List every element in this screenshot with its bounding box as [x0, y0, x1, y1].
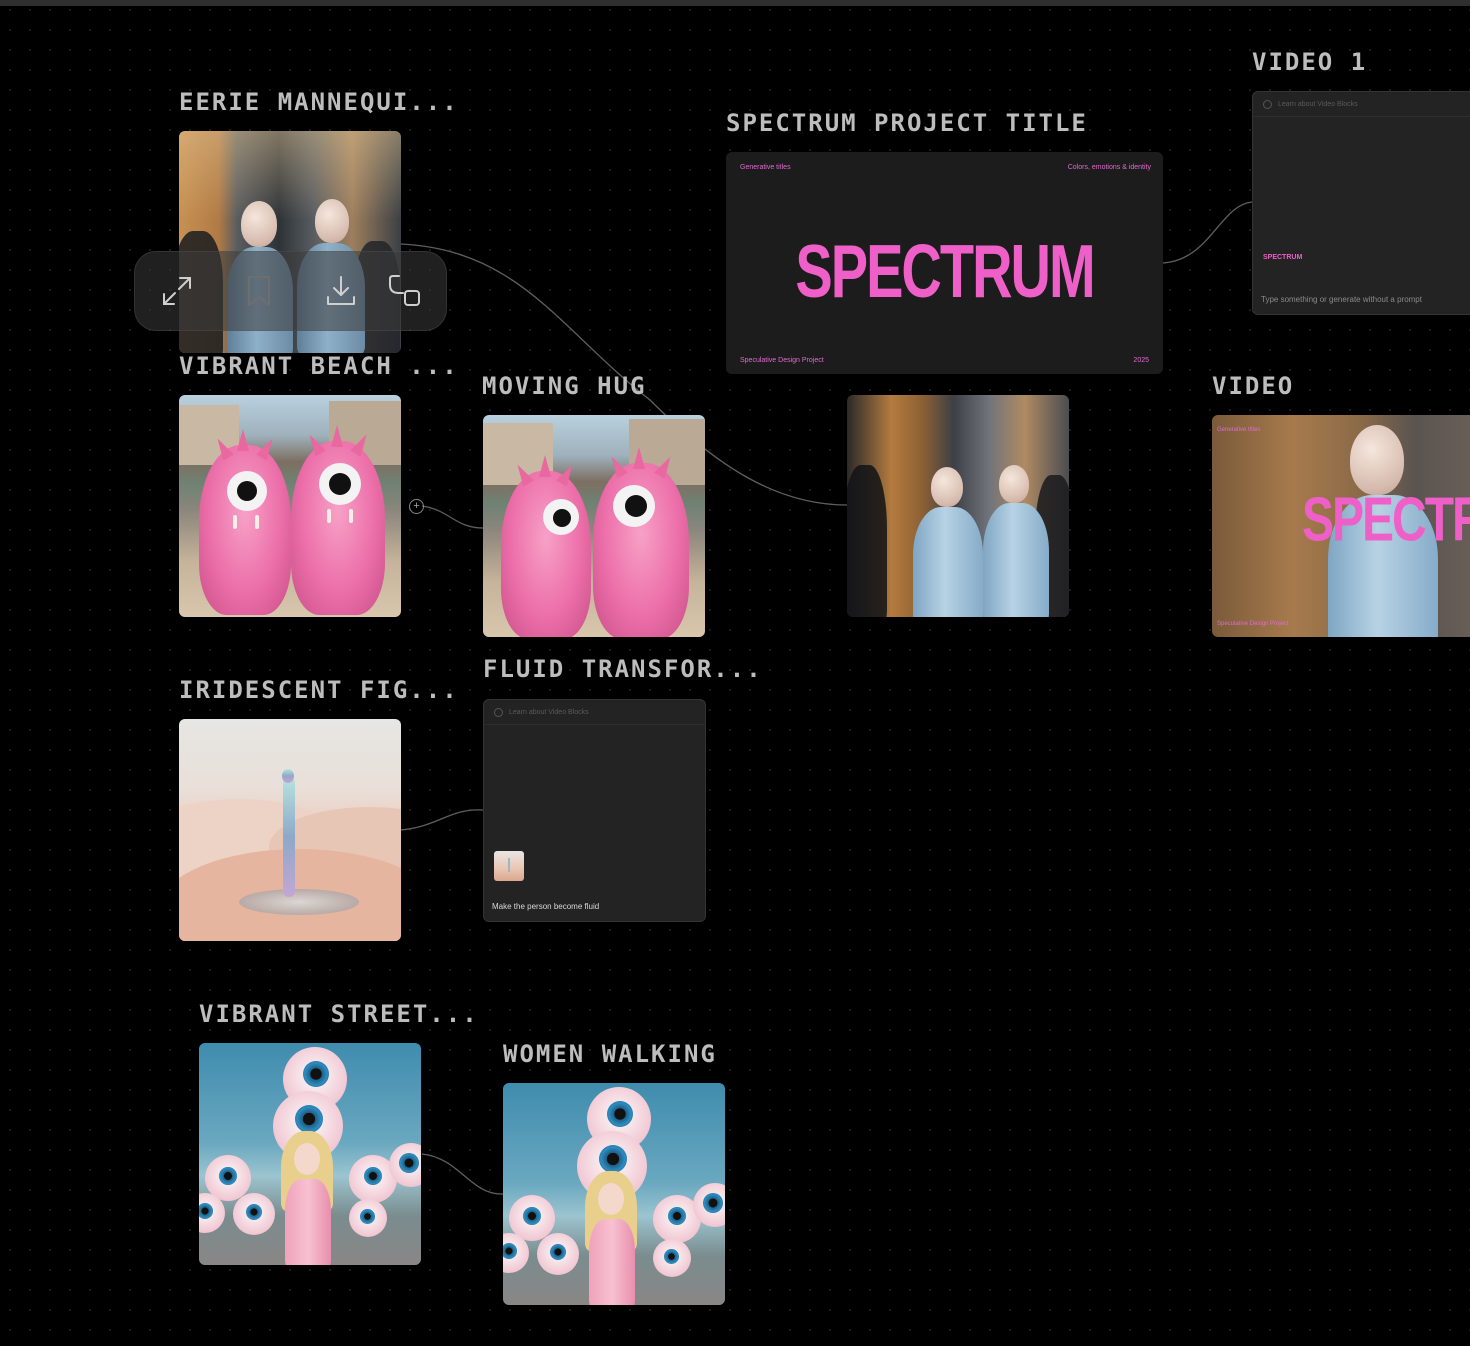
- node-title-moving-hug[interactable]: MOVING HUG: [482, 374, 647, 398]
- slide-title: SPECTRUM: [795, 227, 1095, 314]
- info-circle-icon: [1263, 99, 1272, 109]
- fluid-header-text: Learn about Video Blocks: [509, 708, 589, 716]
- moving-hug-image: [483, 415, 705, 637]
- slide-top-right-text: Colors, emotions & identity: [1067, 164, 1151, 171]
- slide-bottom-left-text: Speculative Design Project: [740, 357, 824, 364]
- node-title-video-1[interactable]: VIDEO 1: [1252, 50, 1367, 74]
- slide-bottom-right-text: 2025: [1133, 357, 1149, 364]
- download-button[interactable]: [319, 269, 363, 313]
- vibrant-beach-image: [179, 395, 401, 617]
- video1-prompt-input[interactable]: Type something or generate without a pro…: [1261, 295, 1422, 304]
- vibrant-street-image: [199, 1043, 421, 1265]
- video-node-video[interactable]: Generative titles SPECTRU Speculative De…: [1212, 415, 1470, 637]
- iridescent-figure-image: [179, 719, 401, 941]
- node-title-vibrant-street[interactable]: VIBRANT STREET...: [199, 1002, 479, 1026]
- info-circle-icon: [494, 707, 503, 717]
- wire-street-to-women: [421, 1153, 504, 1195]
- slide-top-left-text: Generative titles: [740, 164, 791, 171]
- duplicate-button[interactable]: [383, 269, 427, 313]
- bookmark-button[interactable]: [237, 269, 281, 313]
- spectrum-slide-node[interactable]: Generative titles Colors, emotions & ide…: [726, 152, 1163, 374]
- node-title-eerie[interactable]: EERIE MANNEQUI...: [179, 90, 459, 114]
- image-node-vibrant-beach[interactable]: [179, 395, 401, 617]
- node-toolbar: [134, 251, 447, 331]
- video-block-fluid[interactable]: Learn about Video Blocks Make the person…: [483, 699, 706, 922]
- node-title-fluid[interactable]: FLUID TRANSFOR...: [483, 657, 763, 681]
- add-connection-button[interactable]: +: [409, 499, 424, 514]
- street-people-image: [847, 395, 1069, 617]
- video-image: Generative titles SPECTRU Speculative De…: [1212, 415, 1470, 637]
- node-title-vibrant-beach[interactable]: VIBRANT BEACH ...: [179, 354, 459, 378]
- node-title-video[interactable]: VIDEO: [1212, 374, 1294, 398]
- video-slide-title: SPECTRU: [1302, 486, 1470, 555]
- video1-thumb-text: SPECTRUM: [1263, 254, 1303, 261]
- fluid-block-header[interactable]: Learn about Video Blocks: [484, 700, 705, 725]
- fluid-input-thumbnail[interactable]: [494, 851, 524, 881]
- video-node-women-walking[interactable]: [503, 1083, 725, 1305]
- video-slide-bottom-left-text: Speculative Design Project: [1217, 621, 1289, 627]
- node-title-women-walking[interactable]: WOMEN WALKING: [503, 1042, 717, 1066]
- video-slide-top-left-text: Generative titles: [1217, 427, 1261, 433]
- image-node-vibrant-street[interactable]: [199, 1043, 421, 1265]
- bookmark-icon: [248, 276, 270, 306]
- wire-iridescent-to-fluid: [400, 809, 484, 831]
- image-node-iridescent[interactable]: [179, 719, 401, 941]
- expand-icon: [163, 277, 191, 305]
- video-block-video-1[interactable]: Learn about Video Blocks SPECTRUM Type s…: [1252, 91, 1470, 315]
- download-icon: [327, 276, 355, 305]
- video1-block-header[interactable]: Learn about Video Blocks: [1253, 92, 1470, 117]
- women-walking-image: [503, 1083, 725, 1305]
- duplicate-icon: [389, 275, 420, 306]
- expand-button[interactable]: [155, 269, 199, 313]
- wire-beach-to-hug: [421, 505, 484, 529]
- fluid-prompt-input[interactable]: Make the person become fluid: [492, 902, 599, 911]
- wire-spectrum-to-video1: [1162, 201, 1253, 264]
- node-title-iridescent[interactable]: IRIDESCENT FIG...: [179, 678, 459, 702]
- video-node-moving-hug[interactable]: [483, 415, 705, 637]
- image-node-street-people[interactable]: [847, 395, 1069, 617]
- video1-header-text: Learn about Video Blocks: [1278, 100, 1358, 108]
- node-title-spectrum[interactable]: SPECTRUM PROJECT TITLE: [726, 111, 1088, 135]
